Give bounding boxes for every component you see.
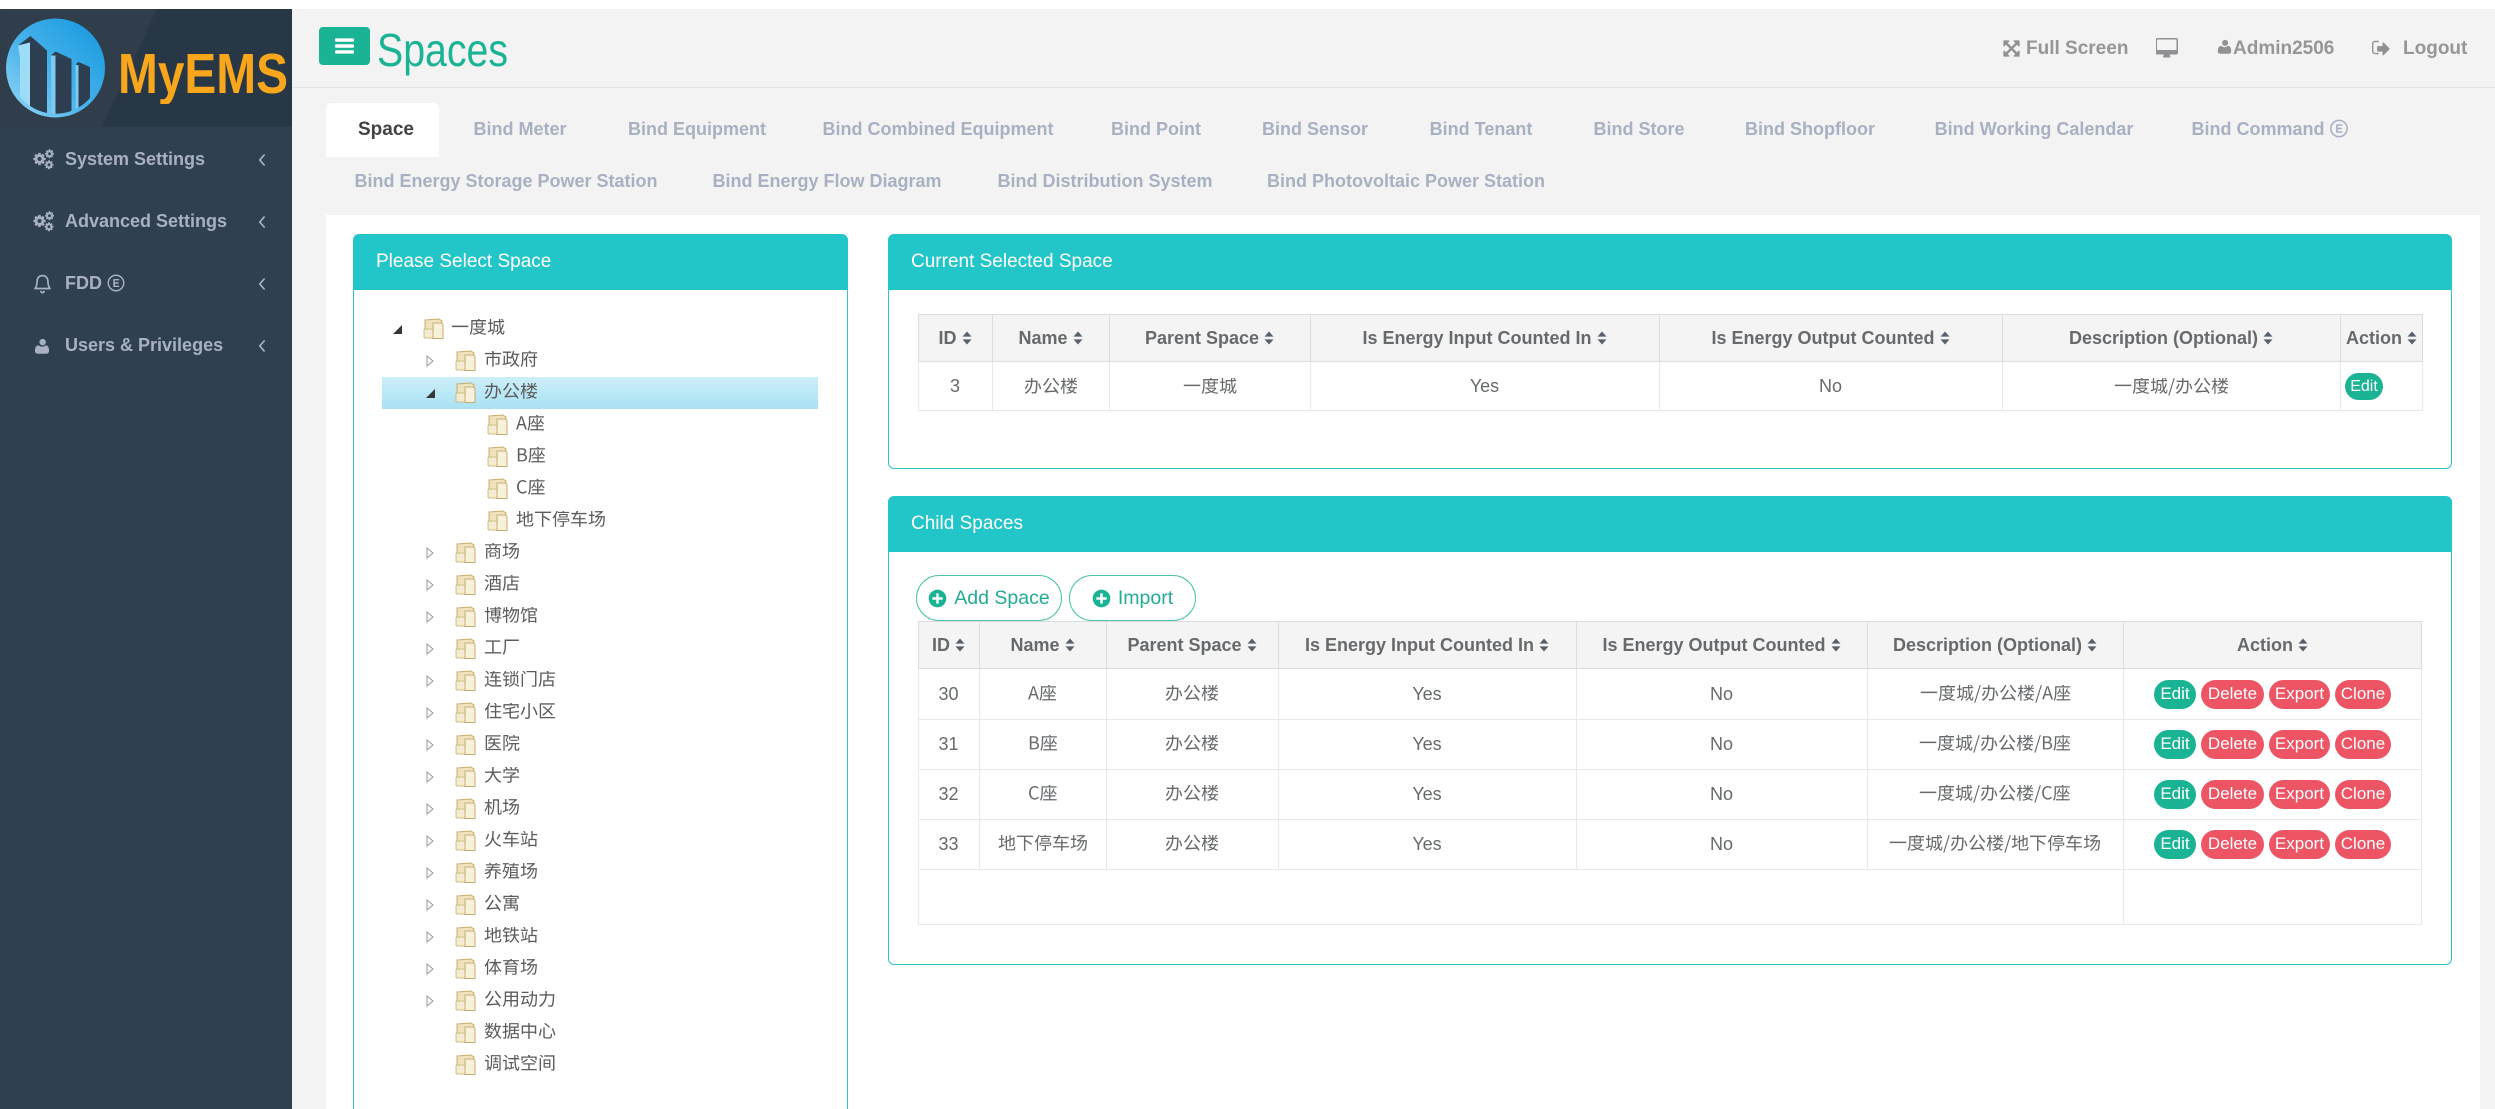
svg-text:MyEMS: MyEMS bbox=[118, 44, 288, 104]
svg-text:Spaces: Spaces bbox=[377, 24, 508, 76]
